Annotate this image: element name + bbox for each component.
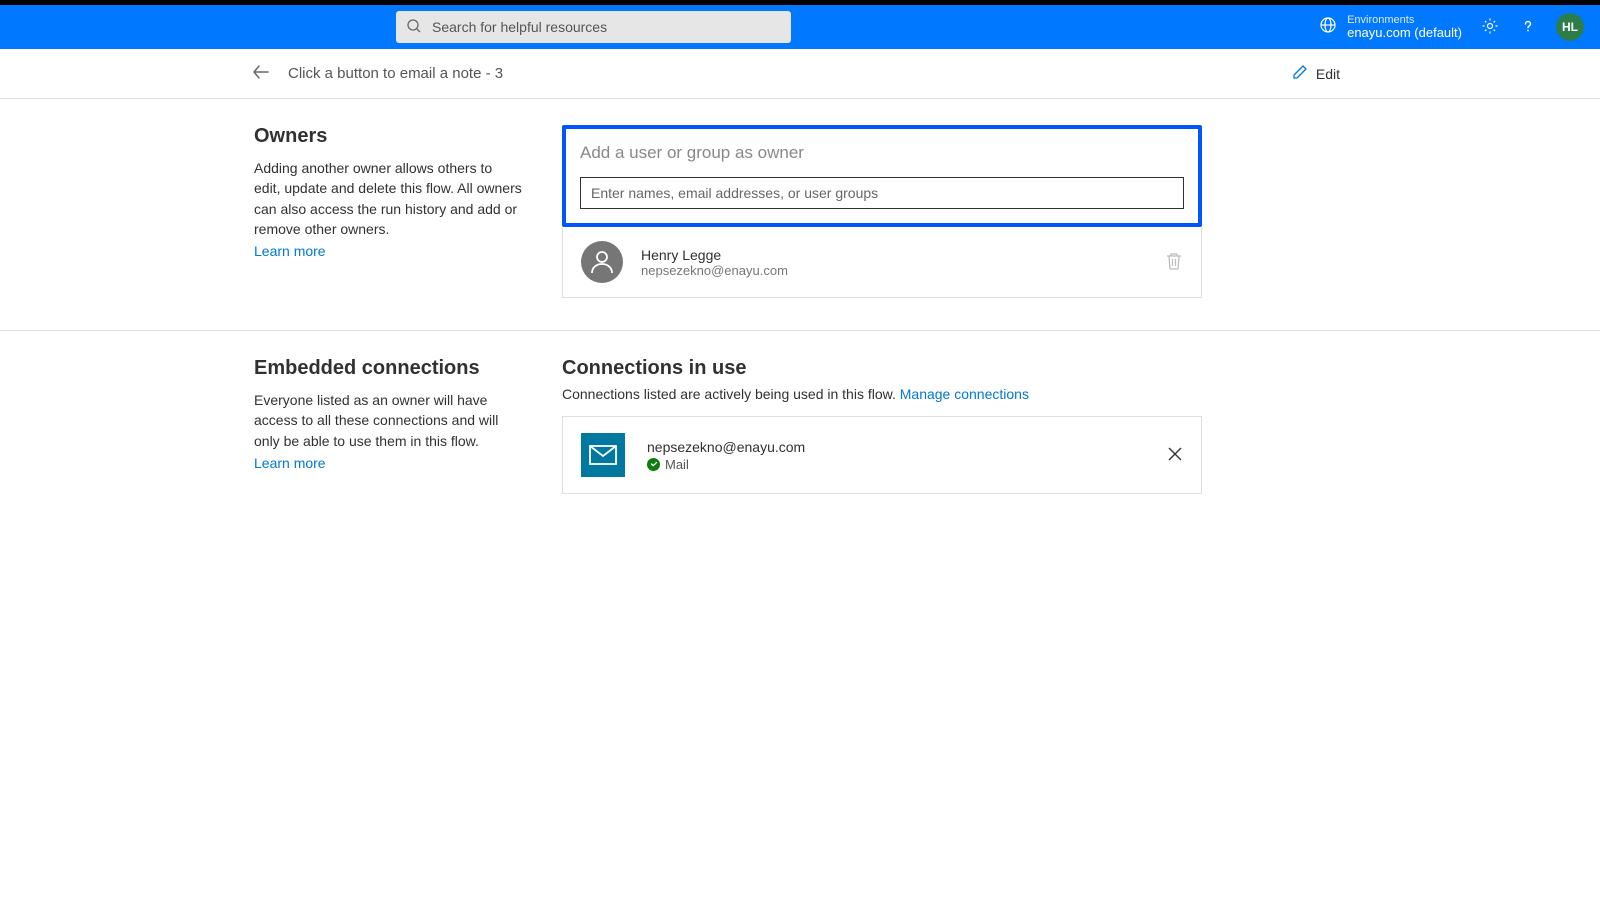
person-avatar bbox=[581, 241, 623, 283]
connections-learn-more-link[interactable]: Learn more bbox=[254, 455, 326, 471]
help-icon bbox=[1520, 18, 1536, 37]
connection-email: nepsezekno@enayu.com bbox=[647, 439, 805, 455]
connections-description: Connections listed are actively being us… bbox=[562, 386, 1202, 402]
owners-learn-more-link[interactable]: Learn more bbox=[254, 243, 326, 259]
add-owner-panel: Add a user or group as owner bbox=[562, 125, 1202, 227]
remove-owner-button[interactable] bbox=[1165, 251, 1183, 274]
check-circle-icon bbox=[647, 458, 660, 471]
owner-name: Henry Legge bbox=[641, 247, 788, 263]
add-owner-input[interactable] bbox=[580, 177, 1184, 209]
embedded-connections-heading: Embedded connections bbox=[254, 357, 522, 380]
avatar-initials: HL bbox=[1562, 20, 1578, 34]
global-search[interactable] bbox=[396, 11, 791, 43]
help-button[interactable] bbox=[1518, 17, 1538, 37]
settings-button[interactable] bbox=[1480, 17, 1500, 37]
pencil-icon bbox=[1292, 64, 1308, 83]
page-subheader: Click a button to email a note - 3 Edit bbox=[0, 49, 1600, 99]
mail-connector-icon bbox=[581, 433, 625, 477]
user-avatar[interactable]: HL bbox=[1556, 13, 1584, 41]
edit-button[interactable]: Edit bbox=[1292, 64, 1340, 83]
connection-list-item: nepsezekno@enayu.com Mail bbox=[562, 416, 1202, 494]
close-icon bbox=[1167, 449, 1183, 465]
environment-icon bbox=[1319, 16, 1337, 37]
environment-label: Environments bbox=[1347, 14, 1462, 26]
gear-icon bbox=[1481, 17, 1499, 38]
connections-section: Embedded connections Everyone listed as … bbox=[0, 331, 1600, 526]
arrow-left-icon bbox=[252, 63, 270, 84]
connection-service-name: Mail bbox=[665, 457, 689, 472]
environment-name: enayu.com (default) bbox=[1347, 26, 1462, 40]
add-owner-title: Add a user or group as owner bbox=[580, 143, 1184, 163]
person-icon bbox=[589, 248, 615, 277]
app-header: Environments enayu.com (default) HL bbox=[0, 5, 1600, 49]
owner-email: nepsezekno@enayu.com bbox=[641, 263, 788, 278]
search-icon bbox=[406, 18, 432, 37]
owners-section: Owners Adding another owner allows other… bbox=[0, 99, 1600, 331]
owners-description: Adding another owner allows others to ed… bbox=[254, 158, 522, 239]
trash-icon bbox=[1165, 258, 1183, 274]
remove-connection-button[interactable] bbox=[1167, 446, 1183, 465]
owners-heading: Owners bbox=[254, 125, 522, 148]
connections-in-use-heading: Connections in use bbox=[562, 357, 1202, 380]
edit-label: Edit bbox=[1316, 66, 1340, 82]
manage-connections-link[interactable]: Manage connections bbox=[900, 386, 1029, 402]
environment-selector[interactable]: Environments enayu.com (default) bbox=[1319, 14, 1462, 40]
search-input[interactable] bbox=[432, 19, 781, 35]
back-button[interactable] bbox=[252, 63, 270, 84]
page-title: Click a button to email a note - 3 bbox=[288, 65, 503, 82]
embedded-connections-description: Everyone listed as an owner will have ac… bbox=[254, 390, 522, 451]
owner-list-item: Henry Legge nepsezekno@enayu.com bbox=[562, 227, 1202, 298]
